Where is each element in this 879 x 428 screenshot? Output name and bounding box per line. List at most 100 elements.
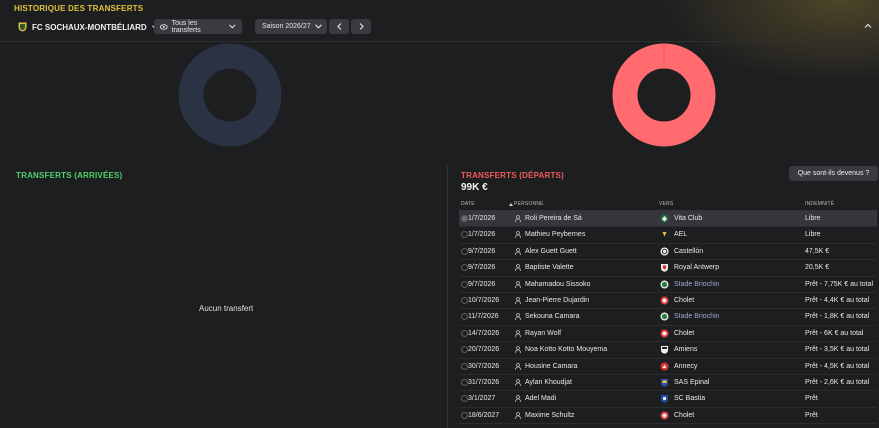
player-name[interactable]: Roli Pereira de Sá xyxy=(525,215,582,222)
transfer-date: 9/7/2026 xyxy=(468,280,496,288)
table-row[interactable]: 30/7/2026 Housine Camara Annecy Prêt - 4,5K… xyxy=(459,359,877,375)
transfer-date: 9/7/2026 xyxy=(468,264,496,272)
transfer-fee: Prêt - 6K € au total xyxy=(805,329,864,337)
transfer-fee: Prêt xyxy=(805,395,818,403)
transfer-filter-dropdown[interactable]: Tous les transferts xyxy=(154,19,242,34)
transfer-date: 1/7/2026 xyxy=(468,231,496,239)
transfer-fee: Prêt - 7,75K € au total xyxy=(805,280,874,288)
table-row[interactable]: 1/7/2026 Mathieu Peybernes AEL Libre xyxy=(459,227,877,244)
transfer-fee: 20,5K € xyxy=(805,264,830,272)
destination-club[interactable]: Cholet xyxy=(674,412,694,419)
row-select-icon[interactable] xyxy=(461,362,468,370)
destination-club[interactable]: Royal Antwerp xyxy=(674,264,719,271)
player-name[interactable]: Rayan Wolf xyxy=(525,330,561,337)
row-select-icon[interactable] xyxy=(461,264,468,272)
column-fee[interactable]: INDEMNITÉ xyxy=(805,201,834,207)
previous-season-button[interactable] xyxy=(329,19,349,34)
player-name[interactable]: Adel Madi xyxy=(525,395,556,402)
arrivals-donut xyxy=(178,43,282,147)
destination-club[interactable]: AEL xyxy=(674,231,687,238)
table-row[interactable]: 14/7/2026 Rayan Wolf Cholet Prêt - 6K € au … xyxy=(459,326,877,343)
table-row[interactable]: 9/7/2026 Alex Guett Guett Castellón 47,5K € xyxy=(459,244,877,261)
transfer-date: 1/7/2026 xyxy=(468,215,496,222)
player-name[interactable]: Sekouna Camara xyxy=(525,313,579,320)
destination-club[interactable]: Castellón xyxy=(674,248,703,255)
table-row[interactable]: 1/7/2026 Roli Pereira de Sá Vita Club Libre xyxy=(459,211,877,228)
row-select-icon[interactable] xyxy=(461,296,468,304)
destination-club[interactable]: Cholet xyxy=(674,297,694,304)
transfer-fee: Prêt xyxy=(805,411,818,419)
table-row[interactable]: 10/7/2026 Jean-Pierre Dujardin Cholet Prêt … xyxy=(459,293,877,310)
player-name[interactable]: Baptiste Valette xyxy=(525,264,574,271)
row-select-icon[interactable] xyxy=(461,280,468,288)
table-row[interactable]: 9/7/2026 Baptiste Valette Royal Antwerp 20,… xyxy=(459,260,877,277)
person-icon xyxy=(515,379,521,386)
column-date[interactable]: DATE xyxy=(461,201,475,207)
person-icon xyxy=(515,395,521,403)
vita-club-crest-icon xyxy=(660,214,669,223)
person-icon xyxy=(515,247,521,255)
cholet-crest-icon xyxy=(660,329,669,338)
cholet-crest-icon xyxy=(660,296,669,305)
transfer-date: 9/7/2026 xyxy=(468,247,496,255)
sas-epinal-crest-icon xyxy=(661,378,668,387)
destination-club[interactable]: SAS Epinal xyxy=(674,379,709,386)
table-row[interactable]: 3/1/2027 Adel Madi SC Bastia Prêt xyxy=(459,391,877,408)
destination-club[interactable]: Stade Briochin xyxy=(674,313,720,320)
table-row[interactable]: 31/7/2026 Aylan Khoudjat SAS Epinal Prêt - … xyxy=(459,375,877,392)
royal-antwerp-crest-icon xyxy=(661,264,668,272)
table-row[interactable]: 11/7/2026 Sekouna Camara Stade Briochin Prê… xyxy=(459,309,877,326)
panel-divider xyxy=(447,166,448,428)
row-select-icon[interactable] xyxy=(461,329,468,337)
destination-club[interactable]: Stade Briochin xyxy=(674,281,720,288)
player-name[interactable]: Mathieu Peybernes xyxy=(525,231,585,238)
row-select-icon[interactable] xyxy=(461,231,468,239)
player-name[interactable]: Jean-Pierre Dujardin xyxy=(525,297,589,304)
transfer-date: 18/6/2027 xyxy=(468,411,500,419)
destination-club[interactable]: Annecy xyxy=(674,363,697,370)
person-icon xyxy=(515,231,521,239)
club-selector[interactable]: FC SOCHAUX-MONTBÉLIARD xyxy=(18,19,159,35)
row-select-icon[interactable] xyxy=(461,247,468,255)
page-title: HISTORIQUE DES TRANSFERTS xyxy=(14,4,144,13)
season-selector: Saison 2026/27 xyxy=(255,19,371,34)
stade-briochin-crest-icon xyxy=(660,280,669,289)
row-select-icon[interactable] xyxy=(461,395,468,403)
player-name[interactable]: Housine Camara xyxy=(525,363,578,370)
row-select-icon[interactable] xyxy=(461,411,468,419)
transfer-fee: Prêt - 2,6K € au total xyxy=(805,378,870,386)
row-select-icon[interactable] xyxy=(461,313,468,321)
row-select-icon[interactable] xyxy=(461,378,468,386)
column-person-label: PERSONNE xyxy=(514,201,544,207)
ael-crest-icon xyxy=(661,231,668,239)
destination-club[interactable]: Amiens xyxy=(674,346,697,353)
collapse-chevron-up-icon[interactable] xyxy=(863,21,873,31)
table-row[interactable]: 18/6/2027 Maxime Schultz Cholet Prêt xyxy=(459,408,877,425)
row-select-icon[interactable] xyxy=(461,346,468,354)
destination-club[interactable]: SC Bastia xyxy=(674,395,705,402)
column-person[interactable]: PERSONNE xyxy=(509,201,544,207)
transfer-date: 31/7/2026 xyxy=(468,378,500,386)
club-crest-icon xyxy=(18,22,27,32)
season-dropdown[interactable]: Saison 2026/27 xyxy=(255,19,327,34)
player-name[interactable]: Alex Guett Guett xyxy=(525,248,577,255)
transfer-fee: Prêt - 4,5K € au total xyxy=(805,362,870,370)
what-became-of-them-button[interactable]: Que sont-ils devenus ? xyxy=(789,166,878,181)
table-row[interactable]: 9/7/2026 Mahamadou Sissoko Stade Briochin P… xyxy=(459,277,877,293)
player-name[interactable]: Mahamadou Sissoko xyxy=(525,281,590,288)
table-row[interactable]: 20/7/2026 Noa Kotto Kotto Mouyema Amiens Pr… xyxy=(459,342,877,359)
player-name[interactable]: Noa Kotto Kotto Mouyema xyxy=(525,346,607,353)
player-name[interactable]: Aylan Khoudjat xyxy=(525,379,572,386)
destination-club[interactable]: Cholet xyxy=(674,330,694,337)
transfer-date: 10/7/2026 xyxy=(468,296,500,304)
sc-bastia-crest-icon xyxy=(661,395,668,404)
column-to[interactable]: VERS xyxy=(659,201,673,207)
next-season-button[interactable] xyxy=(351,19,371,34)
player-name[interactable]: Maxime Schultz xyxy=(525,412,574,419)
chevron-left-icon xyxy=(336,23,341,30)
transfer-fee: Prêt - 3,5K € au total xyxy=(805,346,870,354)
row-select-icon[interactable] xyxy=(461,215,468,222)
destination-club[interactable]: Vita Club xyxy=(674,215,702,222)
cholet-crest-icon xyxy=(660,411,669,420)
person-icon xyxy=(515,280,521,288)
